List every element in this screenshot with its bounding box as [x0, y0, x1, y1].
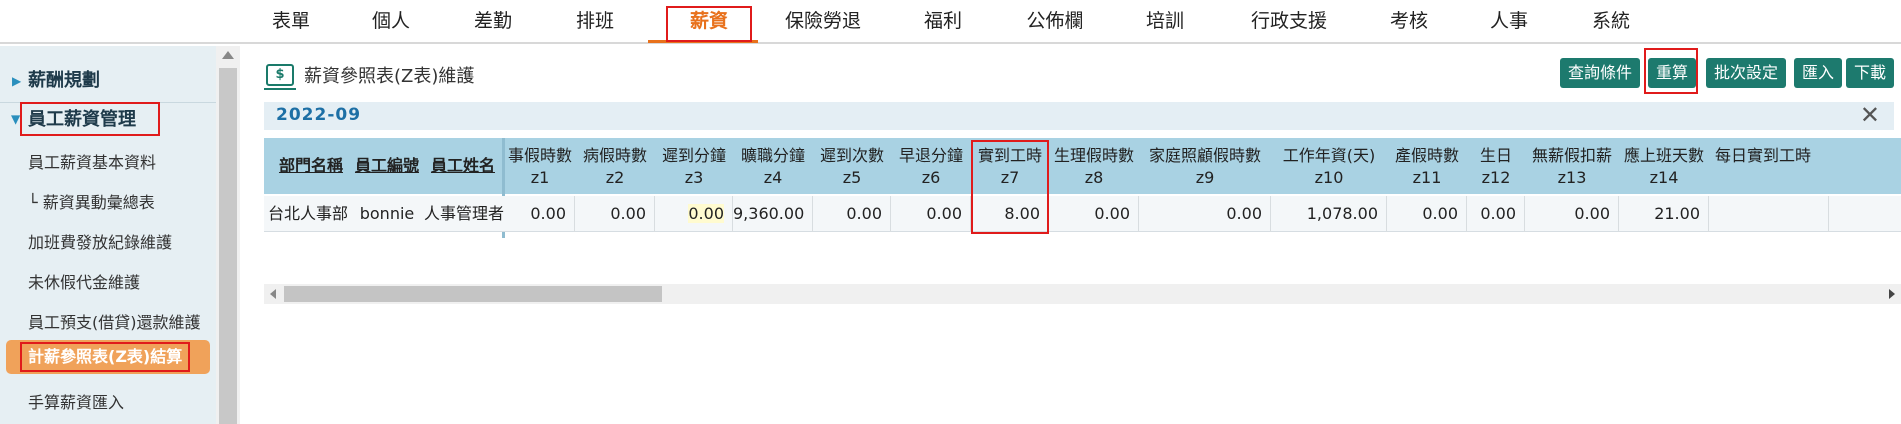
caret-down-icon: ▶ [9, 115, 24, 125]
cell-z5[interactable]: 0.00 [813, 196, 891, 232]
scroll-right-icon[interactable] [1889, 289, 1895, 299]
nav-item-personal[interactable]: 個人 [366, 0, 416, 42]
recalculate-button[interactable]: 重算 [1648, 58, 1697, 88]
sidebar-group-employee-salary-mgmt[interactable]: ▶ 員工薪資管理 [0, 101, 216, 139]
col-header-z5: 遲到次數 z5 [819, 146, 884, 187]
sidebar-item-z-table-settlement[interactable]: 計薪參照表(Z表)結算 [6, 340, 210, 374]
sidebar-group-compensation-planning[interactable]: ▶ 薪酬規劃 [0, 62, 216, 100]
sidebar-item-manual-salary-import[interactable]: 手算薪資匯入 [28, 389, 124, 413]
cell-z1[interactable]: 0.00 [505, 196, 575, 232]
scrollbar-thumb[interactable] [284, 286, 662, 302]
download-button[interactable]: 下載 [1846, 58, 1895, 88]
col-header-z13: 無薪假扣薪 z13 [1531, 146, 1612, 187]
nav-item-hr[interactable]: 人事 [1484, 0, 1534, 42]
col-header-z3: 遲到分鐘 z3 [661, 146, 726, 187]
nav-item-training[interactable]: 培訓 [1140, 0, 1190, 42]
col-header-emp-id[interactable]: 員工編號 [348, 138, 426, 194]
col-header-z14: 應上班天數 z14 [1623, 146, 1704, 187]
scroll-up-icon[interactable] [222, 51, 234, 59]
cell-z3-value: 0.00 [688, 204, 724, 223]
sidebar-item-advance-repayment[interactable]: 員工預支(借貸)還款維護 [28, 309, 201, 333]
cell-emp-id: bonnie [359, 204, 415, 223]
batch-settings-button[interactable]: 批次設定 [1706, 58, 1787, 88]
nav-item-admin-support[interactable]: 行政支援 [1244, 0, 1334, 42]
grid-horizontal-scrollbar[interactable] [264, 284, 1901, 304]
sidebar-scrollbar[interactable] [216, 46, 240, 424]
col-header-z11: 產假時數 z11 [1394, 146, 1459, 187]
sidebar: ▶ 薪酬規劃 ▶ 員工薪資管理 員工薪資基本資料 └ 薪資異動彙總表 加班費發放… [0, 46, 240, 424]
nav-item-insurance-pension[interactable]: 保險勞退 [778, 0, 868, 42]
cell-z12[interactable]: 0.00 [1467, 196, 1525, 232]
sidebar-item-overtime-records[interactable]: 加班費發放紀錄維護 [28, 229, 172, 253]
money-icon: $ [264, 64, 296, 90]
sidebar-group-label: 員工薪資管理 [28, 109, 136, 130]
nav-item-forms[interactable]: 表單 [266, 0, 316, 42]
query-conditions-button[interactable]: 查詢條件 [1560, 58, 1641, 88]
col-header-z7: 實到工時 z7 [977, 146, 1042, 187]
cell-z7[interactable]: 8.00 [971, 196, 1049, 232]
col-header-z1: 事假時數 z1 [507, 146, 572, 187]
cell-z3[interactable]: 0.00 [655, 196, 733, 232]
sidebar-item-salary-basic-data[interactable]: 員工薪資基本資料 [28, 149, 156, 173]
cell-z9[interactable]: 0.00 [1139, 196, 1271, 232]
page-title: 薪資參照表(Z表)維護 [304, 66, 475, 87]
cell-z8[interactable]: 0.00 [1049, 196, 1139, 232]
sidebar-group-label: 薪酬規劃 [28, 70, 100, 91]
col-header-emp-name[interactable]: 員工姓名 [424, 138, 502, 194]
period-bar: 2022-09 ✕ [264, 102, 1894, 130]
main-content: $ 薪資參照表(Z表)維護 查詢條件 重算 批次設定 匯入 下載 2022-09… [240, 46, 1901, 424]
col-header-dept[interactable]: 部門名稱 [272, 138, 350, 194]
nav-item-scheduling[interactable]: 排班 [570, 0, 620, 42]
highlight-box-salary-tab [666, 6, 752, 42]
col-header-z6: 早退分鐘 z6 [898, 146, 963, 187]
nav-item-appraisal[interactable]: 考核 [1384, 0, 1434, 42]
col-header-z4: 曠職分鐘 z4 [740, 146, 805, 187]
col-header-daily-actual-hours: 每日實到工時 [1715, 146, 1812, 165]
nav-item-welfare[interactable]: 福利 [918, 0, 968, 42]
cell-emp-name: 人事管理者 [424, 204, 505, 223]
scrollbar-thumb[interactable] [219, 68, 237, 424]
col-header-z2: 病假時數 z2 [582, 146, 647, 187]
cell-z11[interactable]: 0.00 [1387, 196, 1467, 232]
top-nav: 表單 個人 差勤 排班 薪資 保險勞退 福利 公佈欄 培訓 行政支援 考核 人事… [0, 0, 1901, 44]
nav-item-system[interactable]: 系統 [1586, 0, 1636, 42]
col-header-z8: 生理假時數 z8 [1053, 146, 1134, 187]
cell-daily-actual-hours[interactable] [1709, 196, 1829, 232]
cell-dept: 台北人事部 [268, 204, 349, 223]
col-header-z9: 家庭照顧假時數 z9 [1148, 146, 1261, 187]
import-button[interactable]: 匯入 [1794, 58, 1843, 88]
cell-z4[interactable]: 9,360.00 [733, 196, 813, 232]
sidebar-item-unused-leave-pay[interactable]: 未休假代金維護 [28, 269, 140, 293]
cell-z10[interactable]: 1,078.00 [1271, 196, 1387, 232]
cell-z2[interactable]: 0.00 [575, 196, 655, 232]
cell-z13[interactable]: 0.00 [1525, 196, 1619, 232]
z-table-grid: 部門名稱 員工編號 員工姓名 事假時數 z1 病假時數 z2 遲到分鐘 z3 曠職分鐘… [264, 138, 1901, 278]
col-header-z10: 工作年資(天) z10 [1282, 146, 1376, 187]
caret-right-icon: ▶ [12, 74, 22, 88]
nav-item-bulletin[interactable]: 公佈欄 [1020, 0, 1090, 42]
nav-item-attendance[interactable]: 差勤 [468, 0, 518, 42]
scroll-left-icon[interactable] [270, 289, 276, 299]
cell-z14[interactable]: 21.00 [1619, 196, 1709, 232]
period-label: 2022-09 [276, 105, 362, 125]
close-icon[interactable]: ✕ [1860, 102, 1880, 128]
sidebar-item-salary-change-summary[interactable]: └ 薪資異動彙總表 [28, 189, 155, 213]
col-header-z12: 生日 z12 [1479, 146, 1512, 187]
cell-z6[interactable]: 0.00 [891, 196, 971, 232]
